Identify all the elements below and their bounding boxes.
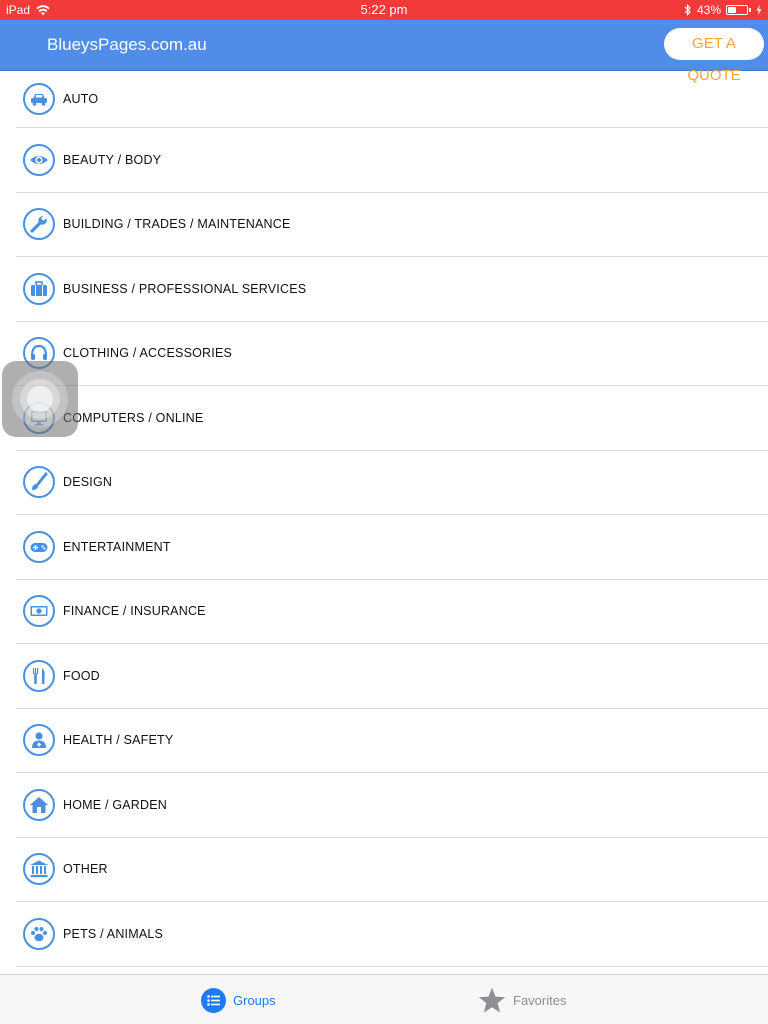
car-icon bbox=[23, 83, 55, 115]
assistive-touch-ring-outer bbox=[12, 371, 68, 427]
category-label: FOOD bbox=[63, 668, 100, 683]
cutlery-icon bbox=[23, 659, 55, 692]
category-label: FINANCE / INSURANCE bbox=[63, 604, 206, 619]
status-bar: iPad 5:22 pm 43% bbox=[0, 0, 768, 20]
category-row[interactable]: DESIGN bbox=[16, 451, 768, 515]
category-row[interactable]: OTHER bbox=[16, 838, 768, 902]
status-right: 43% bbox=[684, 0, 762, 20]
paintbrush-icon bbox=[23, 466, 55, 499]
navigation-bar: BlueysPages.com.au GET A QUOTE bbox=[0, 20, 768, 84]
category-row[interactable]: COMPUTERS / ONLINE bbox=[16, 386, 768, 451]
battery-icon bbox=[726, 5, 748, 15]
category-row[interactable]: PETS / ANIMALS bbox=[16, 902, 768, 967]
category-label: PETS / ANIMALS bbox=[63, 926, 164, 941]
category-row[interactable]: BEAUTY / BODY bbox=[16, 128, 768, 193]
category-label: ENTERTAINMENT bbox=[63, 539, 171, 554]
category-row[interactable]: FOOD bbox=[16, 644, 768, 709]
category-label: HEALTH / SAFETY bbox=[63, 733, 174, 748]
tab-favorites[interactable]: Favorites bbox=[478, 975, 566, 1024]
bluetooth-icon bbox=[684, 4, 691, 16]
category-row[interactable]: BUILDING / TRADES / MAINTENANCE bbox=[16, 193, 768, 257]
category-row[interactable]: FINANCE / INSURANCE bbox=[16, 580, 768, 644]
briefcase-icon bbox=[23, 272, 55, 305]
app-title: BlueysPages.com.au bbox=[47, 35, 207, 54]
category-label: CLOTHING / ACCESSORIES bbox=[63, 346, 233, 361]
bank-icon bbox=[23, 853, 55, 886]
category-label: AUTO bbox=[63, 92, 99, 106]
battery-level bbox=[728, 7, 736, 13]
category-row[interactable]: ENTERTAINMENT bbox=[16, 515, 768, 580]
get-a-quote-button[interactable]: GET A QUOTE bbox=[664, 28, 764, 84]
category-label: OTHER bbox=[63, 862, 108, 877]
category-row[interactable]: HEALTH / SAFETY bbox=[16, 709, 768, 773]
home-icon bbox=[23, 788, 55, 821]
category-list[interactable]: AUTO BEAUTY / BODY BUILDING / TRADES / MAI… bbox=[0, 71, 768, 974]
tab-bar: Groups Favorites bbox=[0, 974, 768, 1024]
category-row[interactable]: CLOTHING / ACCESSORIES bbox=[16, 322, 768, 386]
charging-icon bbox=[756, 5, 762, 15]
tab-groups[interactable]: Groups bbox=[201, 975, 276, 1024]
battery-percent: 43% bbox=[696, 3, 721, 17]
gamepad-icon bbox=[23, 530, 55, 563]
category-row[interactable]: AUTO bbox=[16, 71, 768, 128]
category-label: DESIGN bbox=[63, 475, 113, 490]
status-time: 5:22 pm bbox=[360, 2, 408, 17]
wrench-icon bbox=[23, 208, 55, 241]
category-label: BEAUTY / BODY bbox=[63, 152, 162, 167]
assistive-touch-ring-inner bbox=[27, 386, 53, 412]
battery-cap bbox=[749, 8, 751, 12]
list-icon bbox=[201, 987, 226, 1013]
category-label: BUSINESS / PROFESSIONAL SERVICES bbox=[63, 281, 307, 296]
assistive-touch-button[interactable] bbox=[2, 361, 78, 437]
money-icon bbox=[23, 595, 55, 628]
category-label: BUILDING / TRADES / MAINTENANCE bbox=[63, 217, 291, 232]
category-row[interactable]: HOME / GARDEN bbox=[16, 773, 768, 838]
assistive-touch-ring-middle bbox=[20, 379, 60, 419]
category-label: HOME / GARDEN bbox=[63, 797, 167, 812]
category-label: COMPUTERS / ONLINE bbox=[63, 410, 204, 425]
star-icon bbox=[478, 987, 506, 1013]
category-row[interactable]: BUSINESS / PROFESSIONAL SERVICES bbox=[16, 257, 768, 322]
doctor-icon bbox=[23, 724, 55, 757]
tab-groups-label: Groups bbox=[233, 992, 276, 1008]
eye-icon bbox=[23, 143, 55, 176]
tab-favorites-label: Favorites bbox=[513, 992, 567, 1008]
paw-icon bbox=[23, 917, 55, 950]
